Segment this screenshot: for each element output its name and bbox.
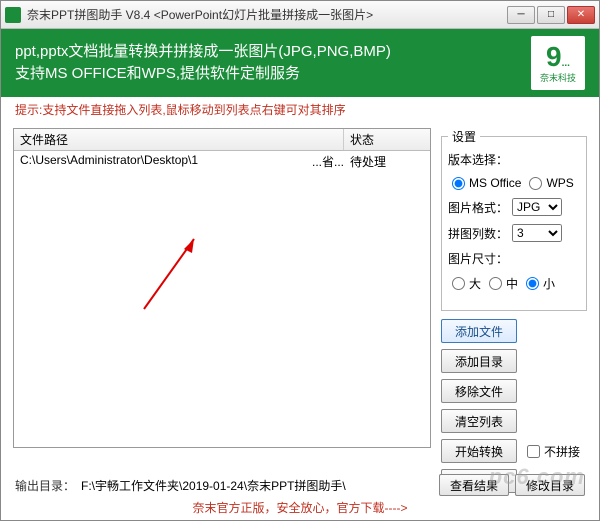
size-options: 大 中 小 [448, 275, 580, 292]
format-label: 图片格式： [448, 199, 508, 216]
window-controls: ─ □ ✕ [507, 6, 595, 24]
logo-text: 奈末科技 [540, 71, 576, 84]
app-icon [5, 7, 21, 23]
minimize-button[interactable]: ─ [507, 6, 535, 24]
file-list-panel[interactable]: 文件路径 状态 C:\Users\Administrator\Desktop\1… [13, 128, 431, 448]
table-row[interactable]: C:\Users\Administrator\Desktop\1...省... … [14, 151, 430, 172]
output-footer: 输出目录： F:\宇畅工作文件夹\2019-01-24\奈末PPT拼图助手\ 查… [1, 474, 599, 496]
annotation-arrow-icon [134, 229, 214, 319]
radio-wps[interactable]: WPS [525, 176, 573, 190]
size-label-row: 图片尺寸： [448, 250, 580, 267]
banner: ppt,pptx文档批量转换并拼接成一张图片(JPG,PNG,BMP) 支持MS… [1, 29, 599, 97]
output-label: 输出目录： [15, 477, 75, 494]
settings-legend: 设置 [448, 128, 480, 145]
banner-line2: 支持MS OFFICE和WPS,提供软件定制服务 [15, 63, 531, 85]
banner-text: ppt,pptx文档批量转换并拼接成一张图片(JPG,PNG,BMP) 支持MS… [15, 41, 531, 85]
cols-row: 拼图列数： 3 [448, 224, 580, 242]
format-row: 图片格式： JPG [448, 198, 580, 216]
convert-row: 开始转换 不拼接 [441, 439, 587, 463]
modify-dir-button[interactable]: 修改目录 [515, 474, 585, 496]
version-options: MS Office WPS [448, 176, 580, 190]
cols-label: 拼图列数： [448, 225, 508, 242]
close-button[interactable]: ✕ [567, 6, 595, 24]
hint-text: 提示:支持文件直接拖入列表,鼠标移动到列表点右键可对其排序 [1, 97, 599, 122]
version-row: 版本选择： [448, 151, 580, 168]
radio-size-large[interactable]: 大 [448, 275, 481, 292]
radio-size-small[interactable]: 小 [522, 275, 555, 292]
banner-logo: 9... 奈末科技 [531, 36, 585, 90]
button-column: 添加文件 添加目录 移除文件 清空列表 开始转换 不拼接 注册 [441, 319, 587, 493]
titlebar[interactable]: 奈末PPT拼图助手 V8.4 <PowerPoint幻灯片批量拼接成一张图片> … [1, 1, 599, 29]
clear-list-button[interactable]: 清空列表 [441, 409, 517, 433]
window-title: 奈末PPT拼图助手 V8.4 <PowerPoint幻灯片批量拼接成一张图片> [27, 6, 507, 23]
view-result-button[interactable]: 查看结果 [439, 474, 509, 496]
settings-fieldset: 设置 版本选择： MS Office WPS 图片格式： JPG 拼图列数： 3 [441, 128, 587, 311]
add-dir-button[interactable]: 添加目录 [441, 349, 517, 373]
add-file-button[interactable]: 添加文件 [441, 319, 517, 343]
radio-size-medium[interactable]: 中 [485, 275, 518, 292]
size-label: 图片尺寸： [448, 250, 508, 267]
header-path[interactable]: 文件路径 [14, 129, 344, 150]
settings-panel: 设置 版本选择： MS Office WPS 图片格式： JPG 拼图列数： 3 [431, 128, 587, 493]
app-window: 奈末PPT拼图助手 V8.4 <PowerPoint幻灯片批量拼接成一张图片> … [0, 0, 600, 521]
main-body: 文件路径 状态 C:\Users\Administrator\Desktop\1… [1, 122, 599, 493]
remove-file-button[interactable]: 移除文件 [441, 379, 517, 403]
no-merge-checkbox[interactable]: 不拼接 [523, 443, 580, 460]
version-label: 版本选择： [448, 151, 508, 168]
cell-status: 待处理 [344, 153, 430, 170]
cell-path: C:\Users\Administrator\Desktop\1...省... [14, 153, 344, 170]
maximize-button[interactable]: □ [537, 6, 565, 24]
start-convert-button[interactable]: 开始转换 [441, 439, 517, 463]
format-select[interactable]: JPG [512, 198, 562, 216]
banner-line1: ppt,pptx文档批量转换并拼接成一张图片(JPG,PNG,BMP) [15, 41, 531, 63]
cols-select[interactable]: 3 [512, 224, 562, 242]
header-status[interactable]: 状态 [344, 131, 430, 148]
file-list-header: 文件路径 状态 [14, 129, 430, 151]
radio-msoffice[interactable]: MS Office [448, 176, 521, 190]
logo-nine-icon: 9... [546, 43, 570, 71]
output-path: F:\宇畅工作文件夹\2019-01-24\奈末PPT拼图助手\ [81, 477, 433, 494]
footer-link[interactable]: 奈末官方正版，安全放心，官方下载----> [1, 499, 599, 516]
